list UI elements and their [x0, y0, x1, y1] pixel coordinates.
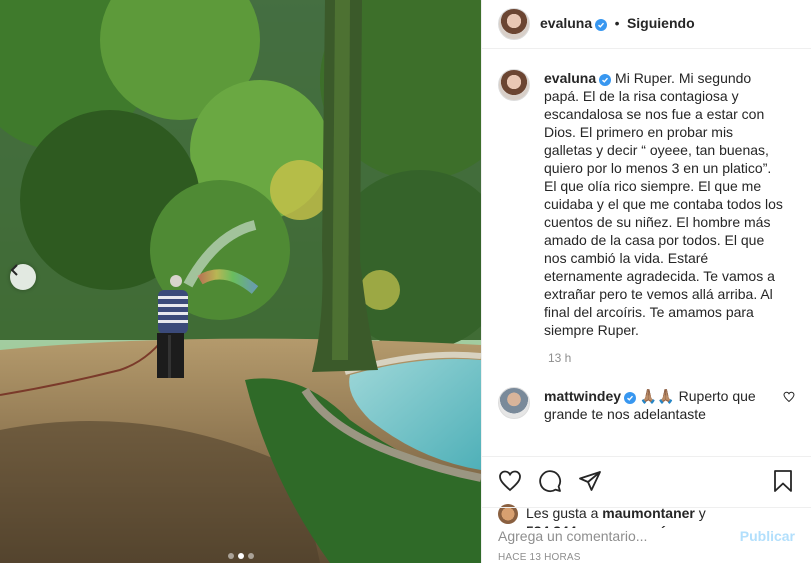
carousel-prev-button[interactable] — [10, 264, 36, 290]
comment-input[interactable] — [498, 527, 740, 544]
separator-dot: • — [614, 15, 620, 31]
carousel-dot — [227, 553, 234, 559]
author-username[interactable]: evaluna — [540, 15, 592, 31]
post-photo[interactable] — [0, 0, 481, 563]
add-comment-bar: Publicar — [482, 507, 811, 563]
verified-badge-icon — [595, 19, 608, 31]
comment-item: mattwindey 🙏🏽🙏🏽 Ruperto que grande te no… — [498, 387, 795, 423]
chevron-left-icon — [10, 264, 18, 276]
caption: evaluna Mi Ruper. Mi segundo papá. El de… — [498, 69, 795, 339]
caption-time[interactable]: 13 h — [548, 351, 795, 365]
garden-scene-illustration — [0, 0, 481, 563]
comment-icon[interactable] — [538, 469, 562, 493]
publish-button[interactable]: Publicar — [740, 528, 795, 544]
caption-text: Mi Ruper. Mi segundo papá. El de la risa… — [544, 70, 783, 338]
commenter-avatar[interactable] — [498, 387, 530, 419]
comment-username[interactable]: mattwindey — [544, 388, 621, 404]
author-avatar[interactable] — [498, 8, 530, 40]
verified-badge-icon — [599, 74, 612, 86]
bookmark-icon[interactable] — [771, 469, 795, 493]
carousel-dot-active — [237, 553, 244, 559]
heart-icon[interactable] — [498, 469, 522, 493]
caption-author-avatar[interactable] — [498, 69, 530, 101]
following-button[interactable]: Siguiendo — [627, 15, 695, 31]
verified-badge-icon — [624, 392, 637, 404]
carousel-dot — [247, 553, 254, 559]
post-side-panel: evaluna • Siguiendo evaluna Mi Ruper. Mi… — [481, 0, 811, 563]
comments-section: evaluna Mi Ruper. Mi segundo papá. El de… — [482, 49, 811, 456]
caption-username[interactable]: evaluna — [544, 70, 596, 86]
carousel-indicator — [0, 553, 481, 559]
caption-text-block: evaluna Mi Ruper. Mi segundo papá. El de… — [544, 69, 784, 339]
comment-like-heart-icon[interactable] — [783, 391, 795, 403]
share-icon[interactable] — [578, 469, 602, 493]
comment-text-block: mattwindey 🙏🏽🙏🏽 Ruperto que grande te no… — [544, 387, 763, 423]
post-actions-bar — [482, 456, 811, 504]
instagram-post: evaluna • Siguiendo evaluna Mi Ruper. Mi… — [0, 0, 811, 563]
post-header: evaluna • Siguiendo — [482, 0, 811, 49]
